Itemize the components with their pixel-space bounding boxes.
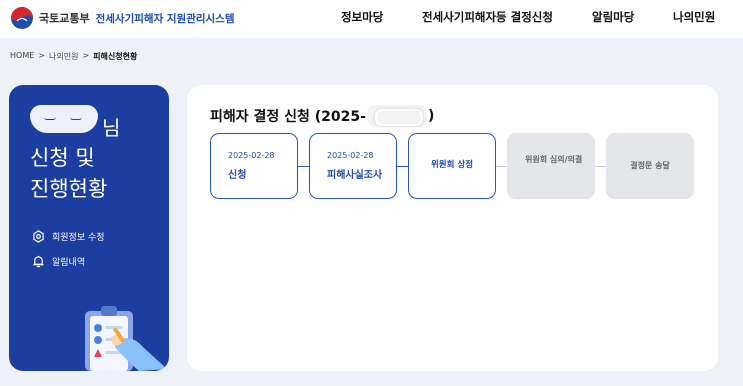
top-header: 국토교통부 전세사기피해자 지원관리시스템 정보마당 전세사기피해자등 결정신청…: [0, 0, 743, 38]
breadcrumb: HOME > 나의민원 > 피해신청현황: [10, 51, 141, 62]
step-label: 위원회 심의/의결: [525, 155, 583, 164]
edit-member-info-label: 회원정보 수정: [52, 233, 105, 243]
sidebar-title-line2: 진행현황: [30, 177, 108, 201]
nav-application[interactable]: 전세사기피해자등 결정신청: [422, 0, 553, 34]
breadcrumb-separator: >: [82, 51, 90, 60]
step-label: 신청: [228, 170, 247, 181]
settings-icon: [33, 230, 44, 243]
nav-notice[interactable]: 알림마당: [592, 0, 634, 34]
step-decision-delivery: 결정문 송달: [606, 133, 694, 199]
clipboard-illustration: [85, 306, 167, 371]
username-suffix: 님: [102, 116, 121, 140]
notification-history-link[interactable]: 알림내역: [32, 255, 85, 268]
step-committee-deliberation: 위원회 심의/의결: [507, 133, 595, 199]
breadcrumb-current: 피해신청현황: [93, 52, 138, 61]
edit-member-info-link[interactable]: 회원정보 수정: [32, 230, 105, 243]
step-label: 결정문 송달: [630, 161, 670, 170]
panel-title-prefix: 피해자 결정 신청 (2025-: [210, 109, 366, 125]
system-name: 전세사기피해자 지원관리시스템: [95, 12, 235, 25]
nav-info[interactable]: 정보마당: [341, 0, 383, 34]
redaction-mark: [44, 117, 56, 120]
step-label: 위원회 상정: [430, 160, 474, 170]
nav-my-petition[interactable]: 나의민원: [673, 0, 715, 34]
notification-history-label: 알림내역: [52, 258, 86, 268]
application-status-panel: 피해자 결정 신청 (2025- ) 2025-02-28 신청 2025-02…: [187, 85, 718, 371]
ministry-name: 국토교통부: [39, 12, 90, 25]
bell-icon: [33, 255, 44, 268]
panel-title-suffix: ): [427, 108, 435, 124]
sidebar-title-line1: 신청 및: [30, 146, 95, 170]
redaction-mark: [70, 117, 82, 120]
breadcrumb-home[interactable]: HOME: [10, 51, 34, 62]
government-logo-icon: [11, 7, 33, 29]
redacted-username: [30, 105, 98, 133]
step-damage-investigation: 2025-02-28 피해사실조사: [309, 133, 397, 199]
step-label: 피해사실조사: [327, 170, 383, 181]
step-application: 2025-02-28 신청: [210, 133, 298, 199]
step-committee-referral: 위원회 상정: [408, 133, 496, 199]
step-date: 2025-02-28: [327, 151, 374, 160]
redacted-application-number: [366, 105, 427, 127]
panel-title: 피해자 결정 신청 (2025- ): [210, 105, 434, 127]
sidebar: 님 신청 및 진행현황 회원정보 수정 알림내역: [9, 85, 169, 371]
step-date: 2025-02-28: [228, 151, 275, 160]
brand[interactable]: 국토교통부 전세사기피해자 지원관리시스템: [10, 6, 235, 30]
breadcrumb-my-petition[interactable]: 나의민원: [49, 51, 78, 62]
breadcrumb-separator: >: [38, 51, 45, 60]
